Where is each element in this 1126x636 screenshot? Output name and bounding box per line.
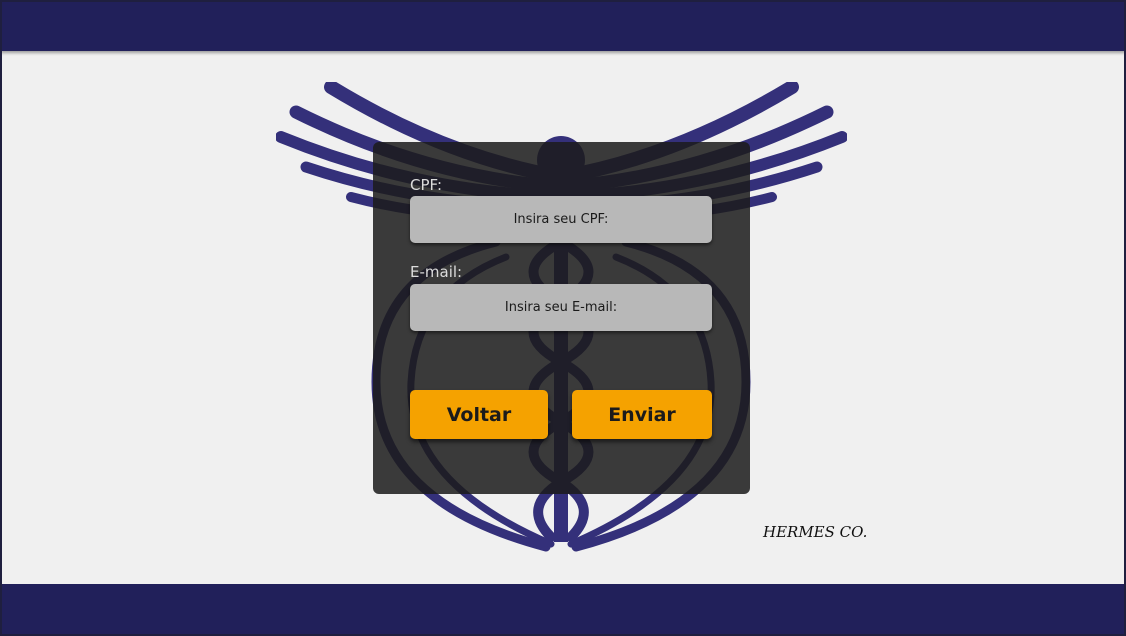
back-button[interactable]: Voltar: [410, 390, 548, 439]
brand-name: HERMES CO.: [763, 523, 868, 541]
bottom-bar: [0, 584, 1126, 636]
login-panel: CPF: E-mail: Voltar Enviar: [373, 142, 750, 494]
top-bar: [0, 0, 1126, 51]
email-input[interactable]: [410, 284, 712, 331]
cpf-label: CPF:: [410, 176, 443, 194]
submit-button[interactable]: Enviar: [572, 390, 712, 439]
email-label: E-mail:: [410, 263, 463, 281]
cpf-input[interactable]: [410, 196, 712, 243]
